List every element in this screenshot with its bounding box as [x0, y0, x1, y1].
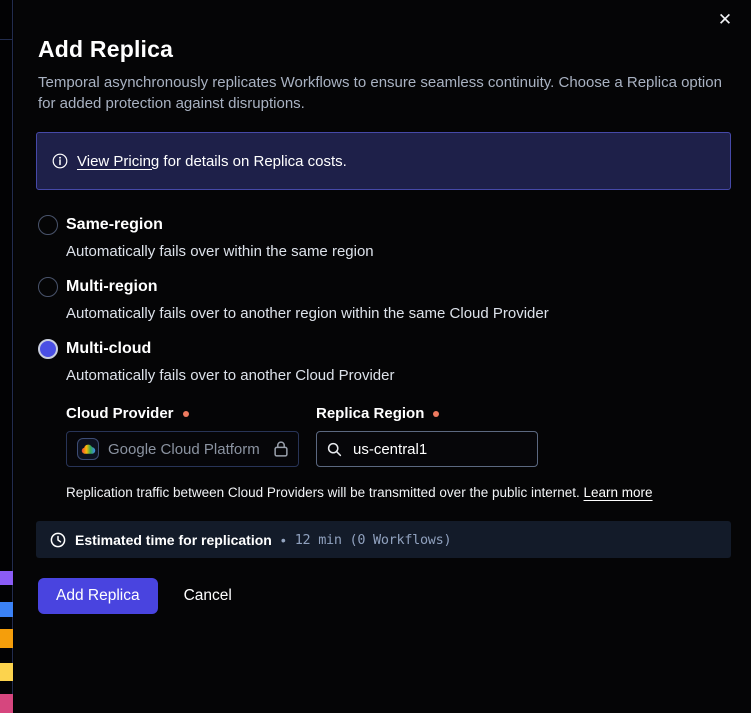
- option-description: Automatically fails over to another regi…: [66, 304, 731, 323]
- clock-icon: [50, 532, 66, 548]
- cloud-provider-value: Google Cloud Platform: [108, 441, 260, 458]
- lock-icon: [274, 441, 288, 457]
- add-replica-modal: ✕ Add Replica Temporal asynchronously re…: [14, 0, 751, 713]
- gcp-logo-icon: [77, 438, 99, 460]
- learn-more-link[interactable]: Learn more: [584, 485, 653, 500]
- estimate-label: Estimated time for replication: [75, 532, 272, 548]
- option-label: Same-region: [66, 215, 731, 235]
- replica-region-label: Replica Region: [316, 405, 538, 422]
- add-replica-button[interactable]: Add Replica: [38, 578, 158, 614]
- cloud-provider-field: Cloud Provider: [66, 405, 299, 467]
- estimate-separator: •: [281, 532, 286, 548]
- option-label: Multi-region: [66, 277, 731, 297]
- pricing-banner-text: View Pricing for details on Replica cost…: [77, 153, 347, 170]
- page-title: Add Replica: [38, 36, 731, 63]
- required-dot: [183, 411, 189, 417]
- replica-options-group: Same-region Automatically fails over wit…: [38, 215, 731, 500]
- replica-region-input[interactable]: [351, 440, 527, 459]
- rail-divider: [0, 39, 13, 40]
- yellow-stripe: [0, 663, 13, 681]
- radio-same-region[interactable]: [38, 215, 58, 235]
- search-icon: [327, 442, 342, 457]
- background-nav-rail: [0, 0, 13, 713]
- orange-stripe: [0, 629, 13, 648]
- multi-cloud-fields: Cloud Provider: [66, 405, 731, 467]
- option-description: Automatically fails over within the same…: [66, 242, 731, 261]
- pricing-info-banner: View Pricing for details on Replica cost…: [36, 132, 731, 190]
- public-internet-note: Replication traffic between Cloud Provid…: [66, 485, 731, 500]
- option-description: Automatically fails over to another Clou…: [66, 366, 731, 385]
- purple-stripe: [0, 571, 13, 585]
- cancel-button[interactable]: Cancel: [184, 587, 232, 605]
- close-icon[interactable]: ✕: [713, 8, 737, 32]
- radio-multi-cloud[interactable]: [38, 339, 58, 359]
- option-multi-region[interactable]: Multi-region Automatically fails over to…: [38, 277, 731, 323]
- modal-actions: Add Replica Cancel: [38, 578, 731, 614]
- radio-multi-region[interactable]: [38, 277, 58, 297]
- option-same-region[interactable]: Same-region Automatically fails over wit…: [38, 215, 731, 261]
- view-pricing-link[interactable]: View Pricing: [77, 153, 159, 170]
- cloud-provider-input[interactable]: Google Cloud Platform: [66, 431, 299, 467]
- replica-region-field: Replica Region: [316, 405, 538, 467]
- option-label: Multi-cloud: [66, 339, 731, 359]
- pink-stripe: [0, 694, 13, 713]
- estimate-value: 12 min (0 Workflows): [295, 532, 452, 548]
- replica-region-input-box[interactable]: [316, 431, 538, 467]
- modal-description: Temporal asynchronously replicates Workf…: [38, 72, 731, 114]
- option-multi-cloud[interactable]: Multi-cloud Automatically fails over to …: [38, 339, 731, 500]
- blue-stripe: [0, 602, 13, 617]
- estimated-time-banner: Estimated time for replication • 12 min …: [36, 521, 731, 558]
- info-icon: [52, 153, 68, 169]
- required-dot: [433, 411, 439, 417]
- cloud-provider-label: Cloud Provider: [66, 405, 299, 422]
